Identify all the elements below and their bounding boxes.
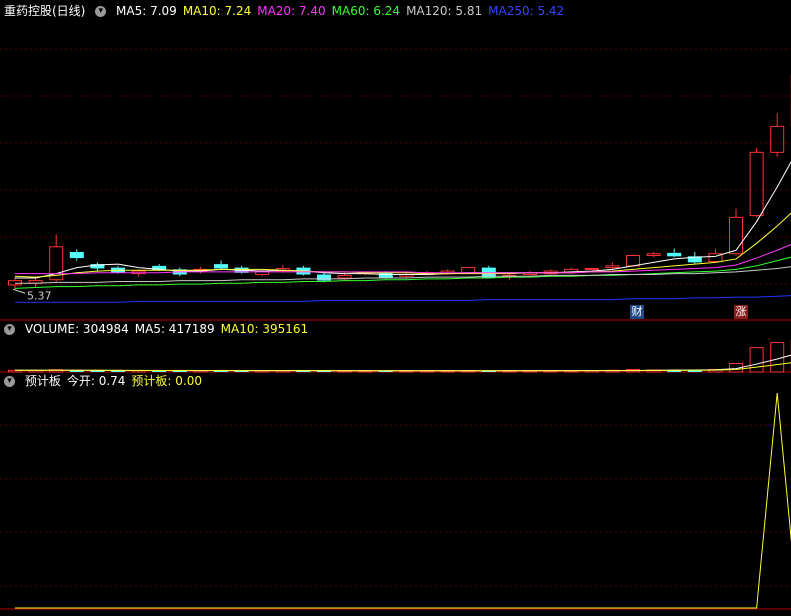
candle-body [461,267,476,274]
volume-ma5-line [15,354,791,372]
candle[interactable] [667,248,682,258]
candle-body [317,274,331,281]
candle[interactable] [90,262,105,272]
low-price-label: 5.37 [27,289,52,302]
legend-item: VOLUME: 304984 [24,322,129,336]
volume-bars[interactable] [8,339,791,373]
candle[interactable] [646,252,661,258]
indicator-panel-header: ▾ 预计板 今开: 0.74 预计板: 0.00 [0,372,214,390]
legend-item: MA20: 7.40 [257,4,326,18]
candle[interactable] [770,113,785,157]
candle-body [667,252,682,257]
rise-badge[interactable]: 涨 [734,305,748,319]
low-marker [12,288,26,294]
candle[interactable] [399,272,414,278]
legend-item: 预计板 [24,374,61,388]
chevron-down-icon[interactable]: ▾ [4,376,15,387]
volume-ma-lines [15,354,791,372]
candlestick-series[interactable] [8,35,791,290]
legend-item: MA120: 5.81 [406,4,483,18]
candle-body [584,267,599,270]
chevron-down-icon[interactable]: ▾ [4,324,15,335]
legend-item: MA5: 417189 [134,322,215,336]
candle[interactable] [584,267,599,271]
candle[interactable] [729,208,743,256]
candle-body [626,254,640,267]
price-annotations: 8.35.37 [12,288,52,302]
candle-body [749,151,764,217]
candle-body [770,125,785,153]
legend-item: 预计板: 0.00 [131,374,202,388]
candle[interactable] [214,260,228,271]
candle-body [378,272,393,278]
candle-body [605,265,620,269]
candle[interactable] [543,269,558,275]
candle[interactable] [749,148,764,218]
stock-title: 重药控股(日线) [4,4,86,18]
legend-item: MA10: 7.24 [182,4,252,18]
legend-item: MA250: 5.42 [488,4,565,18]
candle-body [646,253,661,256]
main-panel-header: 重药控股(日线) ▾ MA5: 7.09 MA10: 7.24 MA20: 7.40… [0,2,576,20]
candle-body [214,264,228,269]
legend-item: 今开: 0.74 [66,374,126,388]
legend-item: MA10: 395161 [220,322,309,336]
volume-panel-header: ▾ VOLUME: 304984 MA5: 417189 MA10: 395161 [0,320,320,338]
candle-body [337,274,352,279]
candle[interactable] [69,249,84,261]
chart-canvas: 8.35.37 [0,35,791,610]
volume-legend: VOLUME: 304984 MA5: 417189 MA10: 395161 [25,322,314,336]
indicator-legend: 预计板 今开: 0.74 预计板: 0.00 [25,374,208,388]
legend-item: MA60: 6.24 [331,4,401,18]
ma-line-ma250 [15,295,791,303]
candle-body [69,252,84,259]
moving-average-lines [14,161,791,303]
legend-item: MA5: 7.09 [116,4,177,18]
candle[interactable] [255,269,270,277]
ma-line-ma120 [15,266,791,284]
chevron-down-icon[interactable]: ▾ [95,6,107,17]
volume-ma10-line [15,362,791,372]
ma-legend: MA5: 7.09 MA10: 7.24 MA20: 7.40 MA60: 6.24 M… [116,4,570,18]
volume-bar[interactable] [749,347,764,373]
finance-badge[interactable]: 财 [630,305,644,319]
candle-body [729,216,743,255]
